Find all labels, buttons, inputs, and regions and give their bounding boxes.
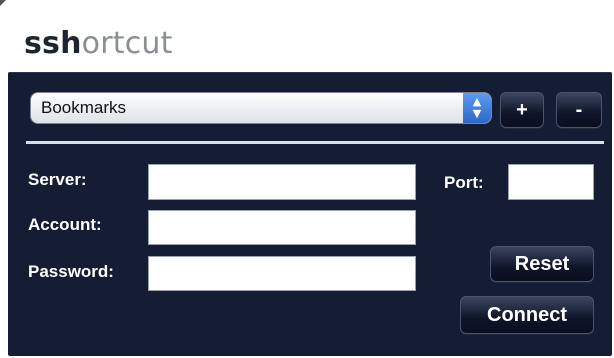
server-field[interactable] (148, 164, 416, 200)
app-title-rest: ortcut (81, 26, 173, 61)
port-label: Port: (444, 173, 484, 192)
port-field[interactable] (508, 164, 594, 200)
account-label: Account: (28, 215, 102, 234)
bookmarks-select-value: Bookmarks (41, 98, 127, 117)
remove-bookmark-button[interactable]: - (556, 92, 602, 128)
password-label: Password: (28, 262, 114, 281)
server-label: Server: (28, 170, 87, 189)
app-window: sshortcut Bookmarks ▲ ▼ + - Server: Port:… (0, 0, 614, 358)
password-field[interactable] (148, 256, 416, 291)
account-field[interactable] (148, 210, 416, 245)
main-panel: Bookmarks ▲ ▼ + - Server: Port: Account: … (8, 72, 612, 356)
bookmarks-select[interactable]: Bookmarks ▲ ▼ (30, 92, 492, 124)
window-corner (0, 0, 6, 6)
divider (26, 141, 604, 144)
add-bookmark-button[interactable]: + (500, 92, 544, 128)
reset-button[interactable]: Reset (490, 246, 594, 282)
up-down-arrows-icon[interactable]: ▲ ▼ (463, 93, 491, 123)
app-title: sshortcut (24, 26, 173, 62)
app-title-bold: ssh (24, 26, 82, 61)
connect-button[interactable]: Connect (460, 296, 594, 334)
